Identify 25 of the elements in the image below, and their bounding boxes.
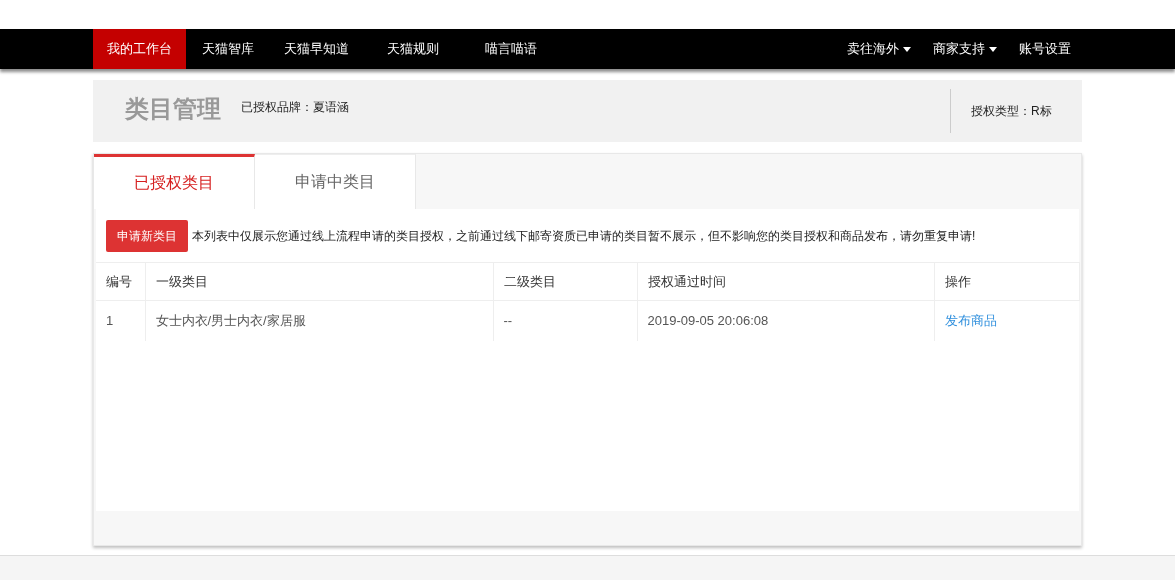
table-cell: -- [493,300,637,341]
nav-tab[interactable]: 天猫智库 [188,29,268,69]
nav-tab[interactable]: 天猫规则 [365,29,461,69]
column-header: 二级类目 [493,262,637,301]
tab[interactable]: 已授权类目 [94,154,255,209]
nav-tab[interactable]: 天猫早知道 [270,29,363,69]
page-title: 类目管理 [125,94,221,124]
nav-dropdown[interactable]: 卖往海外 [836,29,922,69]
nav-tab[interactable]: 我的工作台 [93,29,186,69]
column-header: 授权通过时间 [637,262,934,301]
brand-text: 已授权品牌：夏语涵 [241,99,349,116]
notice-text: 本列表中仅展示您通过线上流程申请的类目授权，之前通过线下邮寄资质已申请的类目暂不展示，但不影响您的类目授权和商品发布，请勿重复申请! [192,227,976,245]
table-cell: 2019-09-05 20:06:08 [637,300,934,341]
publish-link[interactable]: 发布商品 [944,313,997,328]
column-header: 操作 [934,262,1080,301]
nav-dropdown[interactable]: 商家支持 [922,29,1008,69]
tab[interactable]: 申请中类目 [255,154,416,209]
auth-type-text: 授权类型：R标 [971,103,1052,120]
column-header: 编号 [96,262,145,301]
table-cell: 女士内衣/男士内衣/家居服 [145,300,493,341]
nav-tab[interactable]: 喵言喵语 [463,29,559,69]
table-cell: 1 [96,300,145,341]
nav-link[interactable]: 账号设置 [1008,29,1082,69]
column-header: 一级类目 [145,262,493,301]
apply-button[interactable]: 申请新类目 [106,219,188,252]
